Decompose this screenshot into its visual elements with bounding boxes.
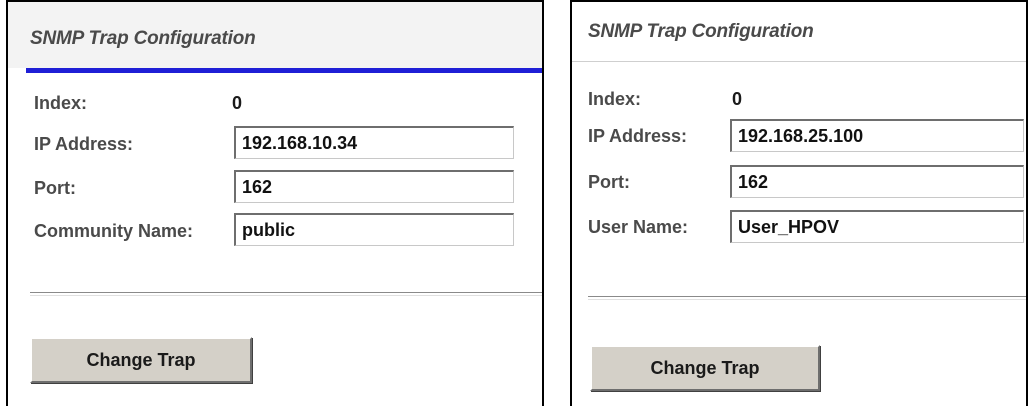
ip-address-input[interactable]: 192.168.25.100	[730, 119, 1024, 152]
port-input[interactable]: 162	[730, 165, 1024, 198]
panel-title: SNMP Trap Configuration	[30, 28, 256, 49]
ip-address-input[interactable]: 192.168.10.34	[234, 126, 514, 159]
panel-title: SNMP Trap Configuration	[588, 21, 814, 42]
change-trap-button[interactable]: Change Trap	[30, 337, 252, 383]
user-name-label: User Name:	[588, 217, 689, 237]
index-value: 0	[732, 89, 743, 109]
header-divider	[572, 61, 1026, 62]
ip-address-label: IP Address:	[588, 126, 688, 146]
community-name-input[interactable]: public	[234, 213, 514, 246]
header-accent-rule	[26, 68, 542, 73]
change-trap-button[interactable]: Change Trap	[590, 345, 820, 391]
index-value: 0	[232, 93, 243, 113]
section-divider	[588, 296, 1026, 300]
section-divider	[30, 292, 542, 296]
port-label: Port:	[34, 178, 76, 198]
index-label: Index:	[588, 89, 642, 109]
user-name-input[interactable]: User_HPOV	[730, 210, 1024, 243]
index-label: Index:	[34, 93, 88, 113]
community-name-label: Community Name:	[34, 221, 194, 241]
snmp-trap-panel-right: SNMP Trap Configuration Index: 0 IP Addr…	[570, 0, 1028, 406]
ip-address-label: IP Address:	[34, 134, 134, 154]
port-input[interactable]: 162	[234, 170, 514, 203]
snmp-trap-panel-left: SNMP Trap Configuration Index: 0 IP Addr…	[6, 0, 544, 406]
port-label: Port:	[588, 172, 630, 192]
